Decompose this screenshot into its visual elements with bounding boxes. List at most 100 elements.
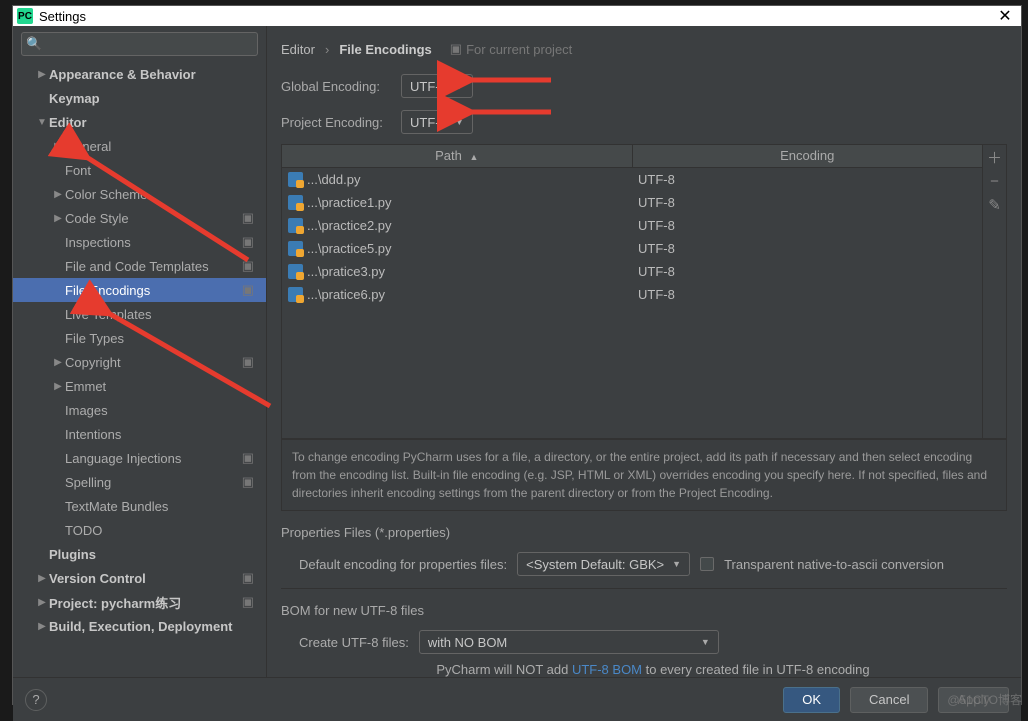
- sidebar-item-general[interactable]: ▶General: [13, 134, 266, 158]
- sidebar-item-file-and-code-templates[interactable]: File and Code Templates▣: [13, 254, 266, 278]
- project-scope-icon: ▣: [242, 594, 254, 610]
- sidebar-item-copyright[interactable]: ▶Copyright▣: [13, 350, 266, 374]
- sidebar-item-keymap[interactable]: Keymap: [13, 86, 266, 110]
- table-header-path[interactable]: Path ▲: [282, 145, 632, 167]
- transparent-ascii-checkbox[interactable]: [700, 557, 714, 571]
- close-icon[interactable]: ✕: [993, 6, 1017, 26]
- file-path: ...\pratice3.py: [307, 264, 385, 279]
- sidebar-item-file-encodings[interactable]: File Encodings▣: [13, 278, 266, 302]
- tree-arrow-icon: ▶: [35, 621, 49, 632]
- sidebar-item-spelling[interactable]: Spelling▣: [13, 470, 266, 494]
- table-row[interactable]: ...\practice5.pyUTF-8: [282, 237, 982, 260]
- sidebar-item-live-templates[interactable]: Live Templates: [13, 302, 266, 326]
- file-path: ...\practice5.py: [307, 241, 392, 256]
- tree-item-label: Appearance & Behavior: [49, 67, 260, 82]
- python-file-icon: [288, 172, 303, 187]
- tree-arrow-icon: ▶: [35, 597, 49, 608]
- sidebar-item-file-types[interactable]: File Types: [13, 326, 266, 350]
- cancel-button[interactable]: Cancel: [850, 687, 928, 713]
- properties-section-label: Properties Files (*.properties): [281, 525, 1007, 540]
- sidebar-item-todo[interactable]: TODO: [13, 518, 266, 542]
- python-file-icon: [288, 241, 303, 256]
- search-icon: 🔍: [26, 36, 42, 52]
- project-scope-icon: ▣: [242, 258, 254, 274]
- tree-item-label: Spelling: [65, 475, 242, 490]
- utf8-bom-link[interactable]: UTF-8 BOM: [572, 662, 642, 677]
- caret-down-icon: ▼: [455, 81, 464, 91]
- remove-row-button[interactable]: −: [983, 169, 1006, 193]
- sidebar-item-images[interactable]: Images: [13, 398, 266, 422]
- project-scope-icon: ▣: [242, 474, 254, 490]
- properties-default-label: Default encoding for properties files:: [299, 557, 507, 572]
- sidebar-item-code-style[interactable]: ▶Code Style▣: [13, 206, 266, 230]
- tree-item-label: Copyright: [65, 355, 242, 370]
- project-encoding-dropdown[interactable]: UTF-8 ▼: [401, 110, 473, 134]
- table-row[interactable]: ...\pratice3.py UTF-8: [282, 260, 982, 283]
- python-file-icon: [288, 264, 303, 279]
- sidebar-item-project-pycharm-[interactable]: ▶Project: pycharm练习▣: [13, 590, 266, 614]
- file-encoding: UTF-8: [632, 218, 982, 233]
- tree-item-label: Version Control: [49, 571, 242, 586]
- sidebar-item-version-control[interactable]: ▶Version Control▣: [13, 566, 266, 590]
- python-file-icon: [288, 195, 303, 210]
- settings-main: Editor › File Encodings ▣ For current pr…: [267, 26, 1021, 677]
- tree-item-label: File Encodings: [65, 283, 242, 298]
- tree-item-label: Editor: [49, 115, 260, 130]
- file-encoding: UTF-8: [632, 264, 982, 279]
- global-encoding-label: Global Encoding:: [281, 79, 391, 94]
- project-scope-icon: ▣: [242, 282, 254, 298]
- tree-arrow-icon: ▶: [51, 189, 65, 200]
- tree-item-label: Plugins: [49, 547, 260, 562]
- tree-item-label: Code Style: [65, 211, 242, 226]
- tree-item-label: Intentions: [65, 427, 260, 442]
- sidebar-item-intentions[interactable]: Intentions: [13, 422, 266, 446]
- help-button[interactable]: ?: [25, 689, 47, 711]
- table-row[interactable]: ...\practice1.pyUTF-8: [282, 191, 982, 214]
- sidebar-item-plugins[interactable]: Plugins: [13, 542, 266, 566]
- settings-sidebar: 🔍 ▶Appearance & BehaviorKeymap▼Editor▶Ge…: [13, 26, 267, 677]
- sidebar-item-textmate-bundles[interactable]: TextMate Bundles: [13, 494, 266, 518]
- project-scope-icon: ▣: [242, 210, 254, 226]
- table-row[interactable]: ...\pratice6.pyUTF-8: [282, 283, 982, 306]
- table-row[interactable]: ...\practice2.pyUTF-8: [282, 214, 982, 237]
- settings-tree: ▶Appearance & BehaviorKeymap▼Editor▶Gene…: [13, 62, 266, 677]
- table-header-encoding[interactable]: Encoding: [632, 145, 983, 167]
- tree-item-label: Color Scheme: [65, 187, 260, 202]
- window-title: Settings: [39, 9, 993, 24]
- add-row-button[interactable]: ＋: [983, 145, 1006, 169]
- encoding-hint: To change encoding PyCharm uses for a fi…: [281, 439, 1007, 511]
- bom-note: PyCharm will NOT add UTF-8 BOM to every …: [436, 662, 869, 677]
- tree-item-label: General: [65, 139, 260, 154]
- file-path: ...\ddd.py: [307, 172, 360, 187]
- create-utf8-dropdown[interactable]: with NO BOM ▼: [419, 630, 719, 654]
- tree-item-label: Live Templates: [65, 307, 260, 322]
- project-scope-icon: ▣: [242, 570, 254, 586]
- global-encoding-dropdown[interactable]: UTF-8 ▼: [401, 74, 473, 98]
- sidebar-item-build-execution-deployment[interactable]: ▶Build, Execution, Deployment: [13, 614, 266, 638]
- project-scope-icon: ▣: [242, 450, 254, 466]
- ok-button[interactable]: OK: [783, 687, 840, 713]
- search-input[interactable]: [21, 32, 258, 56]
- tree-arrow-icon: ▶: [51, 381, 65, 392]
- tree-item-label: File and Code Templates: [65, 259, 242, 274]
- edit-row-button[interactable]: ✎: [983, 193, 1006, 217]
- tree-item-label: Font: [65, 163, 260, 178]
- tree-arrow-icon: ▶: [35, 69, 49, 80]
- sidebar-item-editor[interactable]: ▼Editor: [13, 110, 266, 134]
- table-row[interactable]: ...\ddd.pyUTF-8: [282, 168, 982, 191]
- properties-encoding-dropdown[interactable]: <System Default: GBK> ▼: [517, 552, 690, 576]
- project-scope-icon: ▣: [242, 354, 254, 370]
- sidebar-item-color-scheme[interactable]: ▶Color Scheme: [13, 182, 266, 206]
- project-encoding-label: Project Encoding:: [281, 115, 391, 130]
- tree-item-label: Images: [65, 403, 260, 418]
- sidebar-item-font[interactable]: Font: [13, 158, 266, 182]
- sidebar-item-emmet[interactable]: ▶Emmet: [13, 374, 266, 398]
- tree-arrow-icon: ▶: [51, 141, 65, 152]
- breadcrumb-root[interactable]: Editor: [281, 42, 315, 57]
- caret-down-icon: ▼: [455, 117, 464, 127]
- sidebar-item-appearance-behavior[interactable]: ▶Appearance & Behavior: [13, 62, 266, 86]
- sidebar-item-inspections[interactable]: Inspections▣: [13, 230, 266, 254]
- sidebar-item-language-injections[interactable]: Language Injections▣: [13, 446, 266, 470]
- tree-item-label: Emmet: [65, 379, 260, 394]
- scope-icon: ▣: [450, 41, 462, 57]
